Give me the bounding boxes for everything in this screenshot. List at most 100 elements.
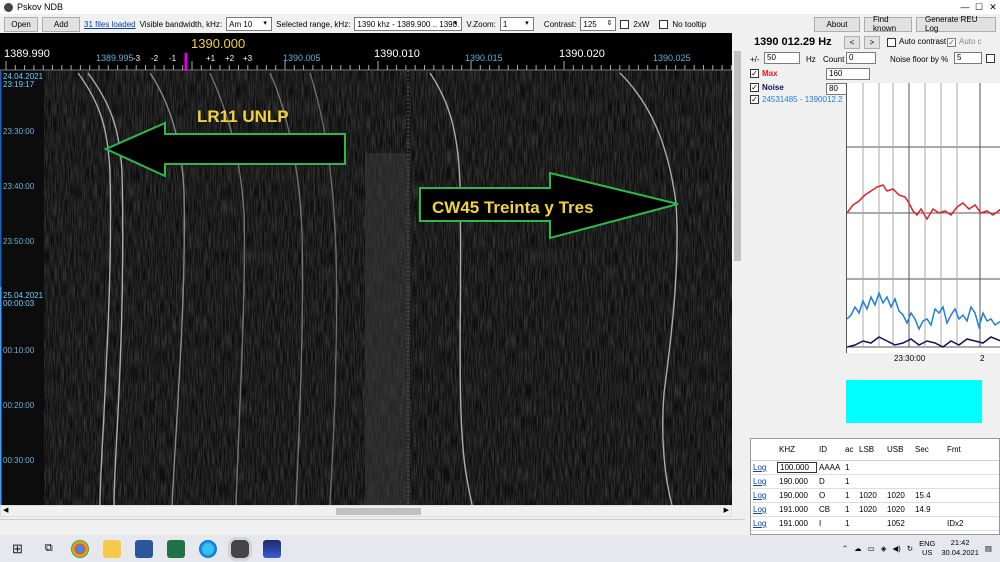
table-cell[interactable]: 1 xyxy=(843,491,857,500)
noise-checkbox[interactable] xyxy=(750,83,759,92)
chrome-icon[interactable] xyxy=(70,539,89,558)
no-tooltip-checkbox[interactable] xyxy=(659,19,669,29)
col-header-ac[interactable]: ac xyxy=(843,445,857,454)
selected-range-select[interactable]: 1390 khz - 1389.900 .. 1390. ▾ xyxy=(354,17,463,31)
plus-minus-input[interactable]: 50 xyxy=(764,52,800,64)
table-cell[interactable]: D xyxy=(817,477,843,486)
log-link[interactable]: Log xyxy=(751,477,777,486)
col-header-fmt[interactable]: Fmt xyxy=(945,445,975,454)
next-button[interactable]: > xyxy=(864,36,880,49)
col-header-khz[interactable]: KHZ xyxy=(777,445,817,454)
auto-c-checkbox[interactable] xyxy=(947,38,956,47)
callout-lr11: LR11 UNLP xyxy=(197,107,289,126)
table-cell[interactable]: O xyxy=(817,491,843,500)
file-explorer-icon[interactable] xyxy=(102,539,121,558)
chevron-up-icon[interactable]: ⌃ xyxy=(842,544,848,553)
table-row[interactable]: Log 190.000 D 1 xyxy=(751,475,999,489)
horizontal-scrollbar[interactable]: ◀ ▶ xyxy=(0,505,732,517)
table-cell[interactable]: 1 xyxy=(843,477,857,486)
freq-label-1390-015: 1390.015 xyxy=(465,53,503,63)
maximize-button[interactable]: ☐ xyxy=(972,0,986,14)
close-button[interactable]: ✕ xyxy=(986,0,1000,14)
contrast-stepper[interactable]: 125 ⇕ xyxy=(580,17,617,31)
pskov-ndb-icon[interactable] xyxy=(230,539,249,558)
scroll-left-icon[interactable]: ◀ xyxy=(3,506,8,514)
log-link[interactable]: Log xyxy=(751,505,777,514)
open-button[interactable]: Open xyxy=(4,16,38,32)
table-cell[interactable]: 15.4 xyxy=(913,491,945,500)
clock[interactable]: 21:42 30.04.2021 xyxy=(941,538,979,558)
signal-graph[interactable] xyxy=(846,83,1000,353)
table-cell[interactable]: 190.000 xyxy=(777,477,817,486)
vertical-scrollbar[interactable] xyxy=(732,33,744,505)
count-input[interactable]: 0 xyxy=(846,52,876,64)
about-button[interactable]: About xyxy=(814,16,860,32)
max-checkbox[interactable] xyxy=(750,69,759,78)
table-cell[interactable]: CB xyxy=(817,505,843,514)
minimize-button[interactable]: — xyxy=(958,0,972,14)
sdr-app-icon[interactable] xyxy=(262,539,281,558)
table-cell[interactable]: 190.000 xyxy=(777,491,817,500)
noise-floor-input[interactable]: 5 xyxy=(954,52,982,64)
col-header-sec[interactable]: Sec xyxy=(913,445,945,454)
log-link[interactable]: Log xyxy=(751,519,777,528)
table-cell[interactable]: 1 xyxy=(843,463,857,472)
callout-cw45: CW45 Treinta y Tres xyxy=(432,198,594,217)
extra-checkbox[interactable] xyxy=(986,54,995,63)
table-cell[interactable]: 191.000 xyxy=(777,505,817,514)
table-cell[interactable]: 1020 xyxy=(885,505,913,514)
table-row[interactable]: Log 100.000 AAAA 1 xyxy=(751,461,999,475)
word-doc-icon[interactable] xyxy=(134,539,153,558)
col-header-id[interactable]: ID xyxy=(817,445,843,454)
scrollbar-thumb[interactable] xyxy=(734,51,741,261)
scrollbar-thumb[interactable] xyxy=(336,508,421,515)
language-indicator[interactable]: ENG US xyxy=(919,539,935,557)
freq-label-1389-995: 1389.995 xyxy=(96,53,134,63)
files-loaded-link[interactable]: 31 files loaded xyxy=(84,20,136,29)
volume-icon[interactable]: ◀) xyxy=(893,544,901,553)
add-button[interactable]: Add xyxy=(42,16,80,32)
table-cell[interactable]: 1020 xyxy=(857,491,885,500)
time-axis: 24.04.2021 23:19:17 23:30:00 23:40:00 23… xyxy=(0,71,44,505)
table-cell[interactable]: IDx2 xyxy=(945,519,975,528)
col-header-lsb[interactable]: LSB xyxy=(857,445,885,454)
vzoom-select[interactable]: 1 ▾ xyxy=(499,17,534,31)
edge-icon[interactable] xyxy=(198,539,217,558)
battery-icon[interactable]: ▭ xyxy=(868,544,875,553)
notification-icon[interactable]: ▤ xyxy=(985,544,992,553)
col-header-usb[interactable]: USB xyxy=(885,445,913,454)
generate-reu-log-button[interactable]: Generate REU Log xyxy=(916,15,996,33)
2xw-checkbox[interactable] xyxy=(620,19,630,29)
table-cell[interactable]: 1052 xyxy=(885,519,913,528)
sync-icon[interactable]: ↻ xyxy=(907,544,913,553)
table-cell[interactable]: 14.9 xyxy=(913,505,945,514)
auto-contrast-checkbox[interactable] xyxy=(887,38,896,47)
task-view-icon[interactable]: ⧉ xyxy=(45,542,53,555)
table-cell[interactable]: AAAA xyxy=(817,463,843,472)
frequency-scale: 1389.990 1389.995 1390.000 1390.005 1390… xyxy=(0,33,732,71)
table-row[interactable]: Log 191.000 I 1 1052 IDx2 xyxy=(751,517,999,531)
table-row[interactable]: Log 190.000 O 1 1020 1020 15.4 xyxy=(751,489,999,503)
table-cell[interactable]: 100.000 xyxy=(777,462,817,473)
table-cell[interactable]: 191.000 xyxy=(777,519,817,528)
log-link[interactable]: Log xyxy=(751,463,777,472)
table-cell[interactable]: 1 xyxy=(843,505,857,514)
visible-bandwidth-select[interactable]: Am 10 ▾ xyxy=(226,17,273,31)
table-cell[interactable]: I xyxy=(817,519,843,528)
cloud-icon[interactable]: ☁ xyxy=(854,544,862,553)
prev-button[interactable]: < xyxy=(844,36,860,49)
table-row[interactable]: Log 191.000 CB 1 1020 1020 14.9 xyxy=(751,503,999,517)
table-cell[interactable]: 1020 xyxy=(885,491,913,500)
scroll-right-icon[interactable]: ▶ xyxy=(724,506,729,514)
trace-checkbox[interactable] xyxy=(750,95,759,104)
find-known-button[interactable]: Find known xyxy=(864,15,912,33)
log-link[interactable]: Log xyxy=(751,491,777,500)
spectrogram[interactable]: 1389.990 1389.995 1390.000 1390.005 1390… xyxy=(0,33,732,505)
spreadsheet-icon[interactable] xyxy=(166,539,185,558)
max-input[interactable]: 160 xyxy=(826,68,870,80)
network-icon[interactable]: ◈ xyxy=(881,544,887,553)
table-cell[interactable]: 1020 xyxy=(857,505,885,514)
table-cell[interactable]: 1 xyxy=(843,519,857,528)
time-label: 00:20:00 xyxy=(3,401,35,410)
windows-start-icon[interactable]: ⊞ xyxy=(12,541,23,557)
